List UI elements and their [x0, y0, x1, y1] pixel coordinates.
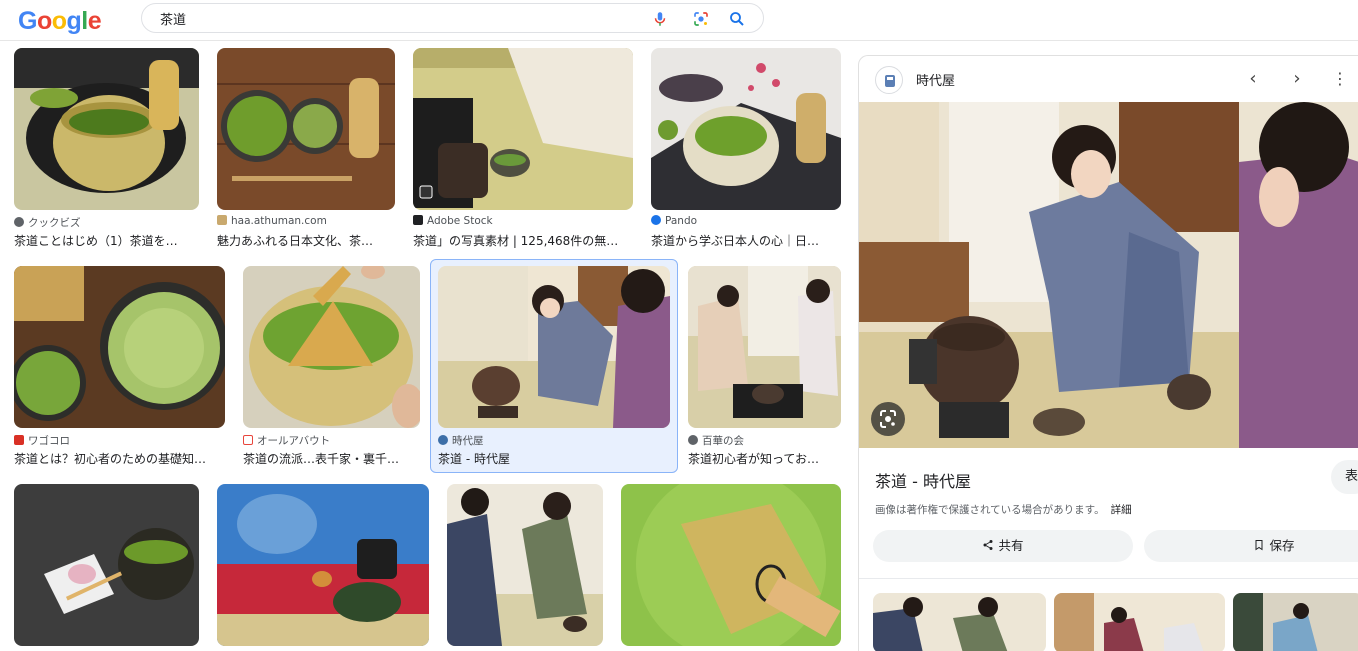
image-result[interactable]	[447, 484, 603, 646]
visual-search-button[interactable]	[871, 402, 905, 436]
divider	[859, 578, 1358, 579]
source-name: オールアバウト	[257, 435, 331, 447]
search-icon[interactable]	[728, 10, 746, 28]
copyright-note: 画像は著作権で保護されている場合があります。 詳細	[875, 502, 1132, 517]
related-image[interactable]	[1233, 593, 1358, 651]
share-label: 共有	[998, 538, 1024, 553]
result-title[interactable]: 茶道 - 時代屋	[438, 450, 670, 467]
source-name: 時代屋	[452, 435, 484, 447]
result-image	[217, 48, 395, 210]
related-image[interactable]	[873, 593, 1046, 651]
source-favicon	[651, 215, 661, 225]
result-image	[14, 48, 199, 210]
image-result[interactable]: Pando 茶道から学ぶ日本人の心｜日…	[651, 48, 841, 248]
image-result[interactable]: Adobe Stock 茶道」の写真素材 | 125,468件の無…	[413, 48, 633, 248]
search-input[interactable]	[160, 9, 630, 27]
result-image	[243, 266, 420, 428]
source-favicon	[217, 215, 227, 225]
visit-button[interactable]: 表	[1331, 460, 1358, 494]
previous-icon[interactable]: ‹	[1242, 68, 1264, 90]
logo-letter: o	[51, 7, 67, 35]
image-result[interactable]: 時代屋 茶道 - 時代屋	[438, 266, 670, 466]
site-logo-icon	[885, 75, 895, 87]
details-link[interactable]: 詳細	[1111, 504, 1132, 516]
result-title[interactable]: 茶道の流派…表千家・裏千…	[243, 450, 420, 467]
panel-site-name[interactable]: 時代屋	[916, 70, 955, 89]
image-result[interactable]: ワゴコロ 茶道とは？初心者のための基礎知…	[14, 266, 225, 466]
search-box	[141, 3, 764, 33]
result-image	[621, 484, 841, 646]
source-name: haa.athuman.com	[231, 215, 327, 227]
source-name: ワゴコロ	[28, 435, 70, 447]
share-button[interactable]: 共有	[873, 530, 1133, 562]
panel-image-title[interactable]: 茶道 - 時代屋	[875, 468, 971, 492]
result-image	[217, 484, 429, 646]
source-name: Pando	[665, 215, 698, 227]
save-label: 保存	[1269, 538, 1295, 553]
result-title[interactable]: 茶道から学ぶ日本人の心｜日…	[651, 232, 841, 249]
site-favicon[interactable]	[875, 66, 903, 94]
result-title[interactable]: 茶道初心者が知ってお…	[688, 450, 841, 467]
source-favicon	[438, 435, 448, 445]
image-result[interactable]	[621, 484, 841, 646]
related-thumbnail	[1054, 593, 1225, 651]
image-result[interactable]: クックビズ 茶道ことはじめ（1）茶道を…	[14, 48, 199, 248]
source-name: クックビズ	[28, 217, 81, 229]
source-favicon	[14, 217, 24, 227]
source-favicon	[243, 435, 253, 445]
google-logo[interactable]: Google	[18, 7, 102, 36]
source-name: 百華の会	[702, 435, 744, 447]
source-name: Adobe Stock	[427, 215, 493, 227]
lens-icon[interactable]	[692, 10, 710, 28]
result-image	[651, 48, 841, 210]
panel-main-image[interactable]	[859, 102, 1358, 448]
logo-letter: o	[36, 7, 52, 35]
result-title[interactable]: 茶道とは？初心者のための基礎知…	[14, 450, 225, 467]
preview-panel: 時代屋 ‹ › ⋮ 茶道 - 時代屋 表 画像は著作権で保護されている場合があり…	[858, 55, 1358, 651]
image-result[interactable]	[14, 484, 199, 646]
top-bar: Google	[0, 0, 1358, 41]
microphone-icon[interactable]	[651, 10, 669, 28]
source-favicon	[688, 435, 698, 445]
logo-letter: G	[18, 7, 37, 35]
source-favicon	[14, 435, 24, 445]
related-image[interactable]	[1054, 593, 1225, 651]
related-thumbnail	[1233, 593, 1358, 651]
bookmark-icon	[1255, 540, 1263, 551]
logo-letter: e	[87, 7, 102, 35]
result-image	[438, 266, 670, 428]
image-results-grid: クックビズ 茶道ことはじめ（1）茶道を… haa.athuman.com 魅力あ…	[0, 41, 850, 651]
result-image	[14, 266, 225, 428]
logo-letter: g	[66, 7, 82, 35]
copyright-text: 画像は著作権で保護されている場合があります。	[875, 504, 1105, 516]
more-options-icon[interactable]: ⋮	[1329, 68, 1351, 90]
source-favicon	[413, 215, 423, 225]
lens-icon	[880, 410, 896, 428]
image-result[interactable]: オールアバウト 茶道の流派…表千家・裏千…	[243, 266, 420, 466]
image-result[interactable]	[217, 484, 429, 646]
result-title[interactable]: 茶道ことはじめ（1）茶道を…	[14, 232, 199, 249]
result-title[interactable]: 魅力あふれる日本文化、茶…	[217, 232, 395, 249]
result-title[interactable]: 茶道」の写真素材 | 125,468件の無…	[413, 232, 633, 249]
share-icon	[983, 540, 993, 550]
result-image	[447, 484, 603, 646]
preview-image	[859, 102, 1358, 448]
image-result[interactable]: 百華の会 茶道初心者が知ってお…	[688, 266, 841, 466]
related-thumbnail	[873, 593, 1046, 651]
result-image	[413, 48, 633, 210]
result-image	[14, 484, 199, 646]
panel-header: 時代屋 ‹ › ⋮	[859, 56, 1358, 102]
save-button[interactable]: 保存	[1144, 530, 1358, 562]
next-icon[interactable]: ›	[1286, 68, 1308, 90]
result-image	[688, 266, 841, 428]
image-result[interactable]: haa.athuman.com 魅力あふれる日本文化、茶…	[217, 48, 395, 248]
